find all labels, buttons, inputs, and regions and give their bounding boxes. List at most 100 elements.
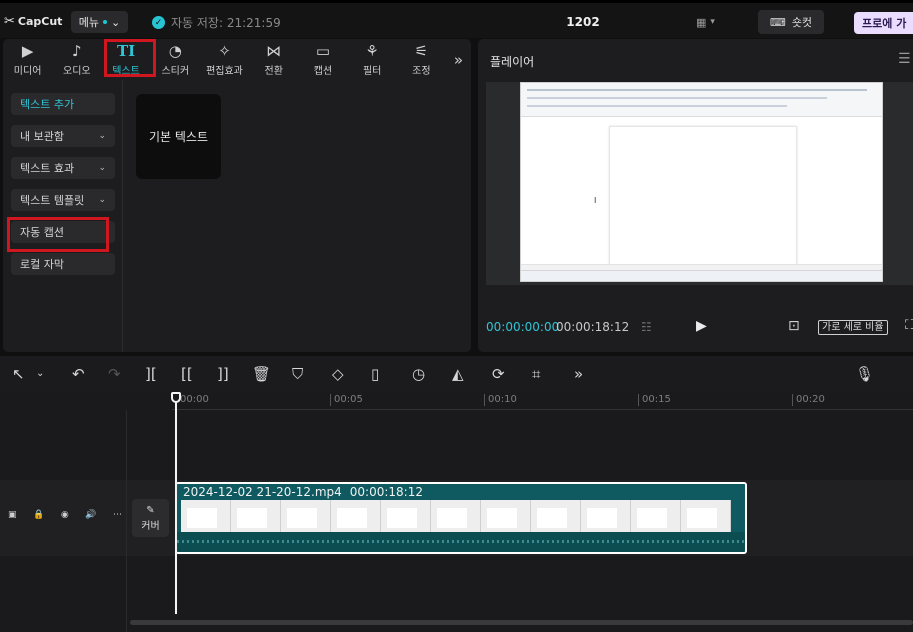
tab-label: 캡션 <box>313 65 333 77</box>
upgrade-pro-button[interactable]: 프로에 가 <box>854 12 913 34</box>
tab-transition[interactable]: ⋈ 전환 <box>249 39 298 80</box>
clip-filename: 2024-12-02 21-20-12.mp4 <box>183 485 342 499</box>
freeze-shield-icon[interactable]: ⛉ <box>292 365 303 383</box>
layout-icon: ▦ <box>696 15 707 29</box>
double-chevron-right-icon[interactable]: » <box>574 365 583 383</box>
track-thumbnail-icon[interactable]: ▣ <box>8 510 17 520</box>
document-page <box>609 126 797 266</box>
audio-icon: ♪ <box>72 41 82 60</box>
frame-icon[interactable]: ▯ <box>371 365 379 383</box>
nav-local-subtitle[interactable]: 로컬 자막 <box>11 253 115 275</box>
chevron-down-icon: ⌄ <box>98 195 106 205</box>
undo-icon[interactable]: ↶ <box>72 365 85 383</box>
play-button[interactable]: ▶ <box>696 318 707 334</box>
more-options-icon[interactable]: ⋯ <box>113 510 122 520</box>
fullscreen-icon[interactable]: ⛶ <box>905 318 913 333</box>
volume-icon[interactable]: 🔊 <box>85 510 96 520</box>
tab-effects[interactable]: ✧ 편집효과 <box>200 39 249 80</box>
cover-label: 커버 <box>141 520 160 532</box>
time-ruler[interactable]: 00:00 00:05 00:10 00:15 00:20 <box>172 392 913 410</box>
pencil-icon: ✎ <box>146 504 155 516</box>
tab-sticker[interactable]: ◔ 스티커 <box>151 39 200 80</box>
nav-label: 텍스트 템플릿 <box>20 194 85 207</box>
autosave-text: 자동 저장: 21:21:59 <box>171 16 281 30</box>
tab-label: 오디오 <box>63 65 91 77</box>
text-side-nav: 텍스트 추가 내 보관함 ⌄ 텍스트 효과 ⌄ 텍스트 템플릿 ⌄ 자동 캡션 … <box>3 80 123 352</box>
clip-thumbnail <box>631 500 681 534</box>
delete-icon[interactable]: 🗑 <box>252 365 271 383</box>
nav-text-templates[interactable]: 텍스트 템플릿 ⌄ <box>11 189 115 211</box>
timeline-scrollbar[interactable] <box>130 620 913 625</box>
video-clip[interactable]: 2024-12-02 21-20-12.mp4 00:00:18:12 <box>175 482 747 554</box>
grid-icon[interactable]: ☷ <box>641 320 652 334</box>
notification-dot <box>103 20 108 24</box>
layout-button[interactable]: ▦ ▾ <box>696 15 728 29</box>
clip-thumbnail <box>181 500 231 534</box>
asset-toolbar: ▶ 미디어 ♪ 오디오 TI 텍스트 ◔ 스티커 ✧ 편집효과 ⋈ 전환 ▭ 캡… <box>3 39 471 80</box>
tab-adjust[interactable]: ⚟ 조정 <box>397 39 446 80</box>
nav-add-text[interactable]: 텍스트 추가 <box>11 93 115 115</box>
tab-label: 조정 <box>412 65 431 77</box>
menu-button[interactable]: 메뉴 ⌄ <box>71 11 128 33</box>
select-cursor-icon[interactable]: ↖ <box>12 365 25 383</box>
tab-caption[interactable]: ▭ 캡션 <box>298 39 347 80</box>
shortcut-label: 숏컷 <box>791 16 813 29</box>
player-panel: 플레이어 ☰ I 00:00:00:00 00:00:18:12 ☷ ▶ ⊡ 가… <box>478 39 913 352</box>
split-left-icon[interactable]: [[ <box>181 365 193 383</box>
clip-thumbnails <box>181 500 741 534</box>
effects-icon: ✧ <box>218 41 231 60</box>
top-bar: ✂ CapCut 메뉴 ⌄ ✓ 자동 저장: 21:21:59 1202 ▦ ▾… <box>0 0 913 38</box>
auto-caption-highlight <box>7 217 109 252</box>
rotate-icon[interactable]: ⟳ <box>492 365 505 383</box>
transition-icon: ⋈ <box>266 41 282 60</box>
microphone-icon[interactable]: 🎙 <box>855 365 874 383</box>
video-frame <box>520 82 883 282</box>
split-right-icon[interactable]: ]] <box>217 365 229 383</box>
nav-label: 텍스트 효과 <box>20 162 75 175</box>
aspect-ratio-button[interactable]: 가로 세로 비율 <box>818 320 888 335</box>
basic-text-card[interactable]: 기본 텍스트 <box>136 94 221 179</box>
clip-thumbnail <box>331 500 381 534</box>
nav-label: 로컬 자막 <box>20 258 64 271</box>
clip-thumbnail <box>231 500 281 534</box>
clip-thumbnail <box>581 500 631 534</box>
chevron-down-icon[interactable]: ⌄ <box>36 365 44 383</box>
marker-icon[interactable]: ◇ <box>332 365 344 383</box>
tab-filter[interactable]: ⚘ 필터 <box>348 39 397 80</box>
clip-thumbnail <box>681 500 731 534</box>
track-controls: ▣ 🔒 ◉ 🔊 ⋯ <box>8 510 122 520</box>
playhead-handle[interactable] <box>171 392 181 403</box>
nav-my-library[interactable]: 내 보관함 ⌄ <box>11 125 115 147</box>
tab-audio[interactable]: ♪ 오디오 <box>52 39 101 80</box>
fit-screen-icon[interactable]: ⊡ <box>788 318 800 334</box>
crop-icon[interactable]: ⌗ <box>532 365 540 383</box>
project-title[interactable]: 1202 <box>560 15 606 29</box>
playhead[interactable] <box>175 392 177 614</box>
clip-header: 2024-12-02 21-20-12.mp4 00:00:18:12 <box>177 484 745 500</box>
current-time: 00:00:00:00 <box>486 320 560 334</box>
audio-waveform <box>177 532 745 552</box>
track-header-column <box>0 410 127 632</box>
nav-label: 텍스트 추가 <box>20 98 75 111</box>
shortcut-button[interactable]: ⌨ 숏컷 <box>758 10 824 34</box>
lock-icon[interactable]: 🔒 <box>33 510 44 520</box>
tab-label: 편집효과 <box>206 65 243 77</box>
clip-thumbnail <box>531 500 581 534</box>
capcut-logo-icon: ✂ <box>4 14 15 29</box>
speed-icon[interactable]: ◷ <box>412 365 425 383</box>
mirror-icon[interactable]: ◭ <box>452 365 464 383</box>
clip-thumbnail <box>431 500 481 534</box>
cover-button[interactable]: ✎ 커버 <box>132 499 169 537</box>
redo-icon[interactable]: ↷ <box>108 365 121 383</box>
tab-label: 전환 <box>264 65 283 77</box>
eye-icon[interactable]: ◉ <box>61 510 69 520</box>
preview-canvas <box>486 82 913 285</box>
capcut-logo: ✂ CapCut <box>4 14 62 29</box>
menu-icon[interactable]: ☰ <box>898 51 912 67</box>
check-icon: ✓ <box>152 16 165 29</box>
more-tabs-button[interactable]: » <box>446 39 471 80</box>
nav-text-effects[interactable]: 텍스트 효과 ⌄ <box>11 157 115 179</box>
tab-media[interactable]: ▶ 미디어 <box>3 39 52 80</box>
split-icon[interactable]: ][ <box>145 365 157 383</box>
tick-label: 00:05 <box>330 394 363 406</box>
